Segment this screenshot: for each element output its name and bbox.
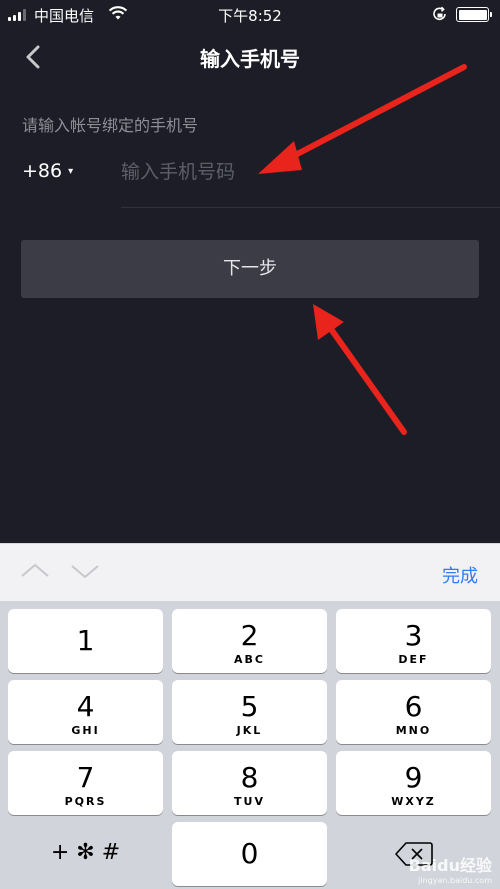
phone-input[interactable]	[121, 152, 500, 192]
phone-hint-label: 请输入帐号绑定的手机号	[22, 116, 199, 135]
caret-down-icon: ▾	[68, 165, 74, 177]
chevron-up-icon[interactable]	[20, 560, 50, 582]
key-letters: GHI	[71, 724, 100, 737]
next-step-button[interactable]: 下一步	[21, 240, 479, 298]
key-5[interactable]: 5 JKL	[172, 680, 327, 744]
key-number: 8	[240, 761, 259, 794]
country-code-value: +86	[22, 160, 63, 182]
key-number: 2	[240, 619, 259, 652]
status-bar: 中国电信 下午8:52	[0, 0, 500, 30]
key-number: 1	[76, 624, 95, 657]
key-0[interactable]: 0	[172, 822, 327, 886]
key-3[interactable]: 3 DEF	[336, 609, 491, 673]
key-number: 6	[404, 690, 423, 723]
key-4[interactable]: 4 GHI	[8, 680, 163, 744]
key-2[interactable]: 2 ABC	[172, 609, 327, 673]
input-divider	[121, 207, 500, 208]
key-number: 3	[404, 619, 423, 652]
key-1[interactable]: 1	[8, 609, 163, 673]
nav-bar: 输入手机号	[0, 30, 500, 84]
key-letters: ABC	[234, 653, 265, 666]
keyboard-toolbar: 完成	[0, 543, 500, 601]
battery-tip	[490, 12, 492, 17]
symbols-key[interactable]: + ✻ #	[8, 822, 163, 886]
country-code-selector[interactable]: +86 ▾	[22, 160, 73, 182]
key-letters: JKL	[236, 724, 263, 737]
watermark-url: jingyan.baidu.com	[418, 876, 492, 885]
key-number: 9	[404, 761, 423, 794]
key-letters: TUV	[234, 795, 265, 808]
symbols-label: + ✻ #	[50, 840, 121, 865]
key-letters: WXYZ	[391, 795, 436, 808]
key-number: 4	[76, 690, 95, 723]
watermark-text: Baidu经验	[408, 856, 492, 875]
key-number: 5	[240, 690, 259, 723]
number-keypad: 1 2 ABC 3 DEF 4 GHI 5 JKL 6 MNO 7 PQRS 8…	[0, 601, 500, 889]
key-letters: DEF	[398, 653, 429, 666]
key-6[interactable]: 6 MNO	[336, 680, 491, 744]
chevron-down-icon[interactable]	[70, 560, 100, 582]
clock: 下午8:52	[218, 7, 282, 25]
key-9[interactable]: 9 WXYZ	[336, 751, 491, 815]
key-number: 7	[76, 761, 95, 794]
battery-icon	[456, 7, 489, 22]
orientation-lock-icon	[433, 6, 446, 21]
baidu-watermark: Baidu经验 jingyan.baidu.com	[409, 852, 492, 885]
key-number: 0	[240, 837, 259, 870]
key-letters: PQRS	[64, 795, 107, 808]
key-8[interactable]: 8 TUV	[172, 751, 327, 815]
page-title: 输入手机号	[200, 47, 300, 71]
annotation-arrow-to-button	[313, 304, 407, 435]
key-7[interactable]: 7 PQRS	[8, 751, 163, 815]
key-letters: MNO	[395, 724, 432, 737]
done-button[interactable]: 完成	[442, 562, 478, 588]
